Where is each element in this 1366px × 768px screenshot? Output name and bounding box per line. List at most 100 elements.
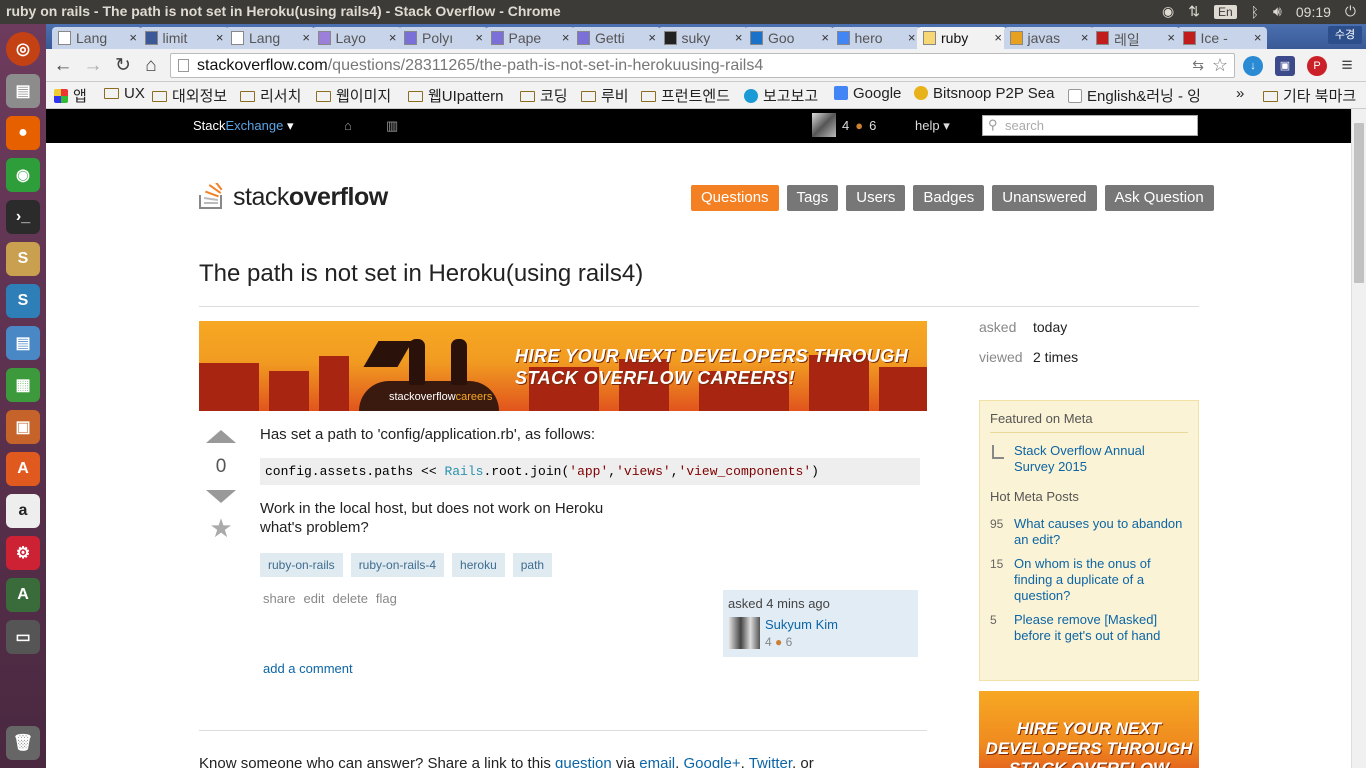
bookmark-folder[interactable]: 코딩	[520, 85, 568, 106]
tab-close-icon[interactable]: ×	[302, 30, 310, 45]
stackoverflow-logo[interactable]: stackoverflow	[199, 169, 389, 213]
tab-7[interactable]: suky ×	[657, 27, 748, 49]
trash-icon[interactable]: 🗑︎	[6, 726, 40, 760]
bookmark-item[interactable]: Google	[834, 85, 901, 102]
download-extension-icon[interactable]: ↓	[1243, 56, 1263, 76]
software-center-icon[interactable]: A	[6, 452, 40, 486]
question-title[interactable]: The path is not set in Heroku(using rail…	[199, 260, 643, 288]
terminal-icon[interactable]: ›_	[6, 200, 40, 234]
share-email-link[interactable]: email	[639, 755, 675, 768]
author-name[interactable]: Sukyum Kim	[765, 617, 838, 632]
dash-icon[interactable]: ◎	[6, 32, 40, 66]
chrome-tray-icon[interactable]: ◉	[1162, 3, 1174, 20]
bookmark-folder[interactable]: 웹UIpattern	[408, 85, 504, 106]
files-icon[interactable]: ▤	[6, 74, 40, 108]
share-twitter-link[interactable]: Twitter	[749, 755, 792, 768]
tab-close-icon[interactable]: ×	[1167, 30, 1175, 45]
careers-sidebar-ad[interactable]: HIRE YOUR NEXT DEVELOPERS THROUGH STACK …	[979, 691, 1199, 768]
save-icon[interactable]: ▭	[6, 620, 40, 654]
tab-close-icon[interactable]: ×	[1081, 30, 1089, 45]
add-comment-link[interactable]: add a comment	[263, 661, 353, 676]
bookmark-star-icon[interactable]: ☆	[1212, 54, 1228, 77]
bookmark-folder[interactable]: 프런트엔드	[641, 85, 730, 106]
hot-meta-item[interactable]: 15 On whom is the onus of finding a dupli…	[990, 556, 1188, 604]
settings-icon[interactable]: ⚙	[6, 536, 40, 570]
network-icon[interactable]: ⇅	[1188, 3, 1200, 20]
nav-badges[interactable]: Badges	[913, 185, 985, 211]
chrome-icon[interactable]: ◉	[6, 158, 40, 192]
tag[interactable]: ruby-on-rails-4	[350, 553, 445, 577]
chrome-menu-icon[interactable]: ≡	[1336, 55, 1358, 77]
bookmark-item[interactable]: Bitsnoop P2P Sea	[914, 85, 1054, 102]
tab-close-icon[interactable]: ×	[129, 30, 137, 45]
tab-8[interactable]: Goo ×	[744, 27, 834, 49]
bookmark-folder[interactable]: UX	[104, 85, 145, 102]
tab-close-icon[interactable]: ×	[475, 30, 483, 45]
tab-4[interactable]: Polyı ×	[398, 27, 488, 49]
share-google-link[interactable]: Google+	[683, 755, 740, 768]
bookmark-item[interactable]: English&러닝 - 잉	[1068, 85, 1201, 106]
tab-close-icon[interactable]: ×	[216, 30, 224, 45]
skype-icon[interactable]: S	[6, 284, 40, 318]
user-summary[interactable]: 4 ● 6	[812, 113, 876, 137]
featured-item[interactable]: Stack Overflow Annual Survey 2015	[990, 443, 1188, 475]
search-input[interactable]: ⚲ search	[982, 115, 1198, 136]
clock[interactable]: 09:19	[1296, 4, 1331, 20]
stackexchange-menu[interactable]: StackExchange ▾	[193, 118, 293, 134]
home-button[interactable]: ⌂	[140, 55, 162, 77]
bookmark-apps[interactable]: 앱	[54, 85, 87, 106]
hot-meta-item[interactable]: 5 Please remove [Masked] before it get's …	[990, 612, 1188, 644]
tab-close-icon[interactable]: ×	[994, 30, 1002, 45]
favorite-star-icon[interactable]: ★	[201, 513, 241, 544]
help-menu[interactable]: help ▾	[915, 118, 950, 134]
tab-9[interactable]: hero ×	[830, 27, 921, 49]
updater-icon[interactable]: A	[6, 578, 40, 612]
share-link[interactable]: share	[263, 591, 296, 606]
upvote-button[interactable]	[206, 430, 236, 443]
bookmark-folder[interactable]: 웹이미지	[316, 85, 391, 106]
tab-2[interactable]: Lang ×	[225, 27, 315, 49]
tab-close-icon[interactable]: ×	[648, 30, 656, 45]
edit-link[interactable]: edit	[304, 591, 325, 606]
other-bookmarks[interactable]: 기타 북마크	[1263, 85, 1356, 106]
tab-3[interactable]: Layo ×	[311, 27, 402, 49]
inbox-icon[interactable]: ⌂	[344, 118, 352, 133]
achievements-icon[interactable]: ▥	[386, 118, 398, 134]
extension-icon[interactable]: ▣	[1275, 56, 1295, 76]
nav-tags[interactable]: Tags	[786, 185, 839, 211]
tab-close-icon[interactable]: ×	[735, 30, 743, 45]
tab-close-icon[interactable]: ×	[908, 30, 916, 45]
pinterest-icon[interactable]: P	[1307, 56, 1327, 76]
tab-close-icon[interactable]: ×	[389, 30, 397, 45]
sublime-icon[interactable]: S	[6, 242, 40, 276]
tab-12[interactable]: 레일 ×	[1090, 27, 1180, 49]
profile-button[interactable]: 수경	[1328, 26, 1362, 44]
tag[interactable]: ruby-on-rails	[260, 553, 343, 577]
tag[interactable]: heroku	[452, 553, 505, 577]
nav-unanswered[interactable]: Unanswered	[992, 185, 1097, 211]
address-bar[interactable]: stackoverflow.com/questions/28311265/the…	[170, 53, 1235, 78]
bookmark-folder[interactable]: 루비	[581, 85, 629, 106]
keyboard-language[interactable]: En	[1213, 4, 1237, 19]
hot-meta-item[interactable]: 95 What causes you to abandon an edit?	[990, 516, 1188, 548]
impress-icon[interactable]: ▣	[6, 410, 40, 444]
back-button[interactable]: ←	[52, 55, 74, 77]
bluetooth-icon[interactable]: ᛒ	[1251, 4, 1259, 20]
tab-close-icon[interactable]: ×	[1254, 30, 1262, 45]
scrollbar-thumb[interactable]	[1354, 123, 1364, 283]
share-question-link[interactable]: question	[555, 755, 612, 768]
nav-questions[interactable]: Questions	[691, 185, 779, 211]
tab-10[interactable]: ruby ×	[917, 27, 1007, 49]
bookmarks-overflow-button[interactable]: »	[1236, 85, 1244, 102]
avatar[interactable]	[728, 617, 760, 649]
tag[interactable]: path	[512, 553, 553, 577]
tab-13[interactable]: Ice - ×	[1176, 27, 1267, 49]
careers-banner-ad[interactable]: HIRE YOUR NEXT DEVELOPERS THROUGH STACK O…	[199, 321, 927, 411]
writer-icon[interactable]: ▤	[6, 326, 40, 360]
delete-link[interactable]: delete	[333, 591, 368, 606]
tab-close-icon[interactable]: ×	[821, 30, 829, 45]
page-scrollbar[interactable]	[1351, 109, 1366, 768]
flag-link[interactable]: flag	[376, 591, 397, 606]
reload-button[interactable]: ↻	[112, 55, 134, 77]
tab-close-icon[interactable]: ×	[562, 30, 570, 45]
